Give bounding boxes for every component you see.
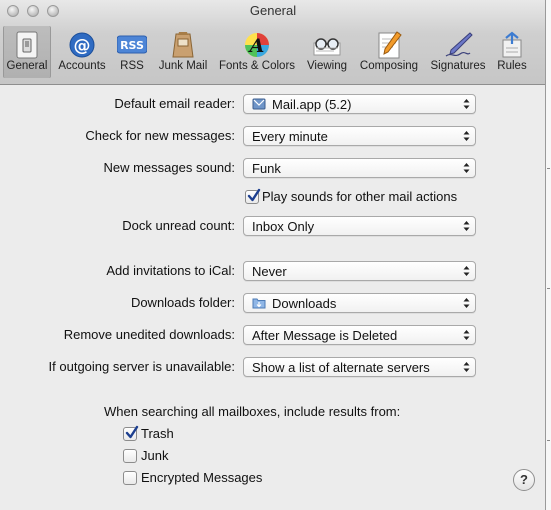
svg-text:@: @ (74, 36, 91, 56)
new-messages-sound-popup[interactable]: Funk (243, 158, 476, 178)
dock-unread-count-popup[interactable]: Inbox Only (243, 216, 476, 236)
toolbar-fonts-colors[interactable]: A Fonts & Colors (215, 26, 299, 78)
trash-checkbox[interactable] (123, 425, 139, 441)
popup-arrows-icon (463, 99, 470, 109)
pencil-paper-icon (378, 31, 402, 59)
popup-arrows-icon (463, 298, 470, 308)
downloads-folder-icon (252, 298, 266, 309)
downloads-folder-value: Downloads (272, 296, 337, 311)
toolbar-junk-mail[interactable]: Junk Mail (155, 26, 211, 78)
toolbar-general[interactable]: General (3, 26, 51, 78)
svg-text:RSS: RSS (120, 39, 144, 52)
toolbar-label-general: General (6, 60, 48, 72)
toolbar-accounts[interactable]: @ Accounts (55, 26, 109, 78)
checkmark-icon (247, 188, 261, 202)
background-window-edge (546, 0, 551, 510)
toolbar-label-viewing: Viewing (306, 60, 348, 72)
popup-arrows-icon (463, 362, 470, 372)
help-button[interactable]: ? (513, 469, 535, 491)
dock-unread-count-value: Inbox Only (252, 219, 315, 234)
add-invitations-label: Add invitations to iCal: (106, 263, 235, 278)
downloads-folder-popup[interactable]: Downloads (243, 293, 476, 313)
at-sign-icon: @ (69, 32, 95, 58)
rules-arrows-icon (502, 31, 522, 58)
toolbar-label-signatures: Signatures (430, 60, 486, 72)
toolbar-label-composing: Composing (359, 60, 419, 72)
toolbar-viewing[interactable]: Viewing (303, 26, 351, 78)
popup-arrows-icon (463, 163, 470, 173)
downloads-folder-label: Downloads folder: (130, 295, 235, 310)
preferences-window: General General @ Accounts RSS RSS Junk … (0, 0, 546, 510)
outgoing-unavailable-popup[interactable]: Show a list of alternate servers (243, 357, 476, 377)
new-messages-sound-label: New messages sound: (103, 160, 235, 175)
check-new-messages-value: Every minute (252, 129, 328, 144)
toolbar-label-rules: Rules (497, 60, 527, 72)
junk-label[interactable]: Junk (141, 448, 168, 463)
toolbar-label-junk-mail: Junk Mail (158, 60, 208, 72)
play-sounds-label[interactable]: Play sounds for other mail actions (262, 189, 457, 204)
toolbar-composing[interactable]: Composing (355, 26, 423, 78)
remove-downloads-label: Remove unedited downloads: (63, 327, 235, 342)
popup-arrows-icon (463, 266, 470, 276)
glasses-icon (313, 38, 341, 56)
toolbar-label-rss: RSS (120, 60, 144, 72)
svg-text:A: A (248, 35, 265, 57)
font-palette-icon: A (245, 33, 269, 57)
outgoing-unavailable-value: Show a list of alternate servers (252, 360, 430, 375)
check-new-messages-label: Check for new messages: (85, 128, 235, 143)
window-title: General (249, 3, 297, 18)
toolbar-label-fonts-colors: Fonts & Colors (218, 60, 296, 72)
add-invitations-popup[interactable]: Never (243, 261, 476, 281)
add-invitations-value: Never (252, 264, 287, 279)
remove-downloads-popup[interactable]: After Message is Deleted (243, 325, 476, 345)
junk-checkbox[interactable] (123, 449, 137, 463)
popup-arrows-icon (463, 131, 470, 141)
toolbar-signatures[interactable]: Signatures (427, 26, 489, 78)
dock-unread-count-label: Dock unread count: (122, 218, 235, 233)
light-switch-icon (16, 31, 38, 59)
toolbar-rss[interactable]: RSS RSS (112, 26, 152, 78)
popup-arrows-icon (463, 330, 470, 340)
check-new-messages-popup[interactable]: Every minute (243, 126, 476, 146)
encrypted-messages-label[interactable]: Encrypted Messages (141, 470, 262, 485)
search-section-title: When searching all mailboxes, include re… (104, 404, 401, 419)
default-email-reader-value: Mail.app (5.2) (272, 97, 352, 112)
encrypted-messages-checkbox[interactable] (123, 471, 137, 485)
outgoing-unavailable-label: If outgoing server is unavailable: (48, 359, 235, 374)
junk-bag-icon (172, 32, 194, 58)
trash-label[interactable]: Trash (141, 426, 174, 441)
rss-badge-icon: RSS (117, 35, 147, 54)
mail-app-icon (252, 98, 266, 110)
toolbar-label-accounts: Accounts (58, 60, 106, 72)
default-email-reader-label: Default email reader: (114, 96, 235, 111)
play-sounds-checkbox[interactable] (245, 188, 261, 204)
new-messages-sound-value: Funk (252, 161, 281, 176)
popup-arrows-icon (463, 221, 470, 231)
checkmark-icon (125, 425, 139, 439)
title-toolbar-area: General General @ Accounts RSS RSS Junk … (0, 0, 545, 85)
default-email-reader-popup[interactable]: Mail.app (5.2) (243, 94, 476, 114)
toolbar-rules[interactable]: Rules (492, 26, 532, 78)
remove-downloads-value: After Message is Deleted (252, 328, 398, 343)
fountain-pen-icon (445, 32, 473, 57)
